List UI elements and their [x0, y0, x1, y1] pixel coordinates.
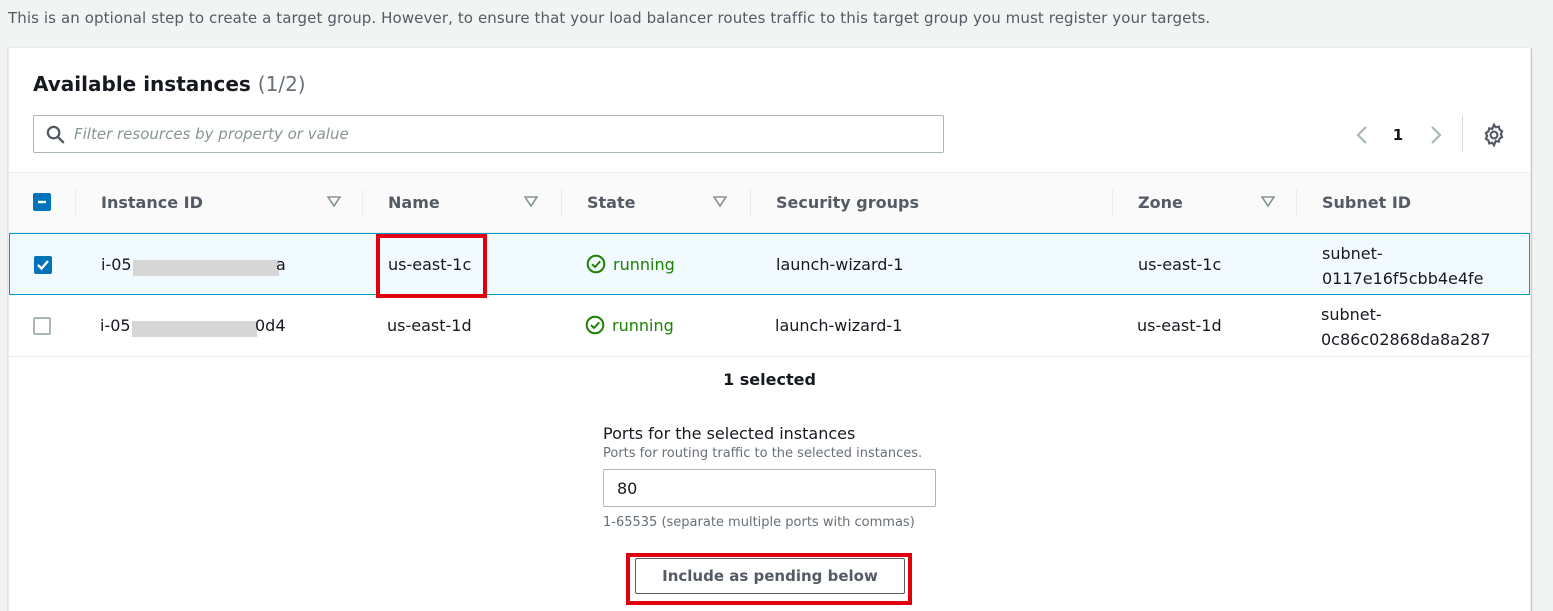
column-header-subnet-id[interactable]: Subnet ID [1322, 173, 1411, 233]
table-header: Instance ID Name State Security groups Z… [9, 172, 1530, 233]
panel-title: Available instances (1/2) [33, 72, 306, 96]
subnet-id: subnet- 0117e16f5cbb4e4fe [1322, 241, 1484, 303]
instance-id-suffix: 0d4 [255, 316, 286, 335]
minus-icon [38, 200, 46, 204]
sort-caret-icon[interactable] [524, 196, 538, 208]
subnet-id: subnet- 0c86c02868da8a287 [1321, 302, 1491, 364]
instance-id-prefix: i-05 [100, 316, 131, 335]
instance-state: running [612, 316, 674, 335]
security-groups: launch-wizard-1 [775, 316, 903, 335]
available-instances-panel: Available instances (1/2) 1 Instan [8, 47, 1531, 611]
subnet-id-line2: 0117e16f5cbb4e4fe [1322, 269, 1484, 288]
instance-id-prefix: i-05 [101, 255, 132, 274]
instance-name: us-east-1c [388, 255, 472, 274]
row-checkbox[interactable] [33, 317, 51, 335]
filter-input[interactable] [74, 116, 934, 152]
subnet-id-line1: subnet- [1322, 244, 1383, 263]
instance-id-suffix: a [276, 255, 286, 274]
sort-caret-icon[interactable] [327, 196, 341, 208]
sort-caret-icon[interactable] [713, 196, 727, 208]
table-row[interactable]: i-05 a us-east-1c running launch-wizard-… [9, 233, 1530, 295]
subnet-id-line2: 0c86c02868da8a287 [1321, 330, 1491, 349]
instance-name: us-east-1d [387, 316, 472, 335]
select-all-checkbox[interactable] [33, 193, 51, 211]
redacted-instance-id [132, 321, 257, 337]
table-row[interactable]: i-05 0d4 us-east-1d running launch-wizar… [9, 295, 1530, 357]
success-check-icon [586, 254, 606, 274]
subnet-id-line1: subnet- [1321, 305, 1382, 324]
ports-label: Ports for the selected instances [603, 424, 856, 443]
column-separator [561, 189, 562, 217]
ports-description: Ports for routing traffic to the selecte… [603, 446, 923, 461]
ports-input[interactable] [603, 469, 936, 507]
intro-text: This is an optional step to create a tar… [8, 9, 1211, 27]
row-checkbox[interactable] [34, 256, 52, 274]
sort-caret-icon[interactable] [1261, 196, 1275, 208]
ports-constraint: 1-65535 (separate multiple ports with co… [603, 515, 915, 530]
search-icon [46, 125, 65, 144]
filter-box[interactable] [33, 115, 944, 153]
column-header-state[interactable]: State [587, 173, 635, 233]
column-header-name[interactable]: Name [388, 173, 440, 233]
current-page-number[interactable]: 1 [1391, 120, 1405, 150]
column-separator [75, 189, 76, 217]
panel-title-text: Available instances [33, 72, 251, 96]
settings-gear-icon[interactable] [1481, 122, 1507, 148]
success-check-icon [585, 315, 605, 335]
column-separator [362, 189, 363, 217]
security-groups: launch-wizard-1 [776, 255, 904, 274]
include-as-pending-button[interactable]: Include as pending below [635, 558, 905, 594]
zone: us-east-1d [1137, 316, 1222, 335]
column-header-zone[interactable]: Zone [1138, 173, 1183, 233]
column-separator [1112, 189, 1113, 217]
previous-page-icon[interactable] [1351, 120, 1373, 150]
selected-count: 1 selected [723, 370, 816, 389]
next-page-icon[interactable] [1425, 120, 1447, 150]
instance-state: running [613, 255, 675, 274]
column-header-instance-id[interactable]: Instance ID [101, 173, 203, 233]
redacted-instance-id [133, 260, 279, 276]
selection-count: (1/2) [257, 72, 306, 96]
column-separator [750, 189, 751, 217]
checkmark-icon [37, 260, 49, 271]
column-header-security-groups[interactable]: Security groups [776, 173, 919, 233]
pager-divider [1462, 116, 1463, 152]
zone: us-east-1c [1138, 255, 1222, 274]
column-separator [1296, 189, 1297, 217]
instances-table: Instance ID Name State Security groups Z… [9, 172, 1530, 357]
